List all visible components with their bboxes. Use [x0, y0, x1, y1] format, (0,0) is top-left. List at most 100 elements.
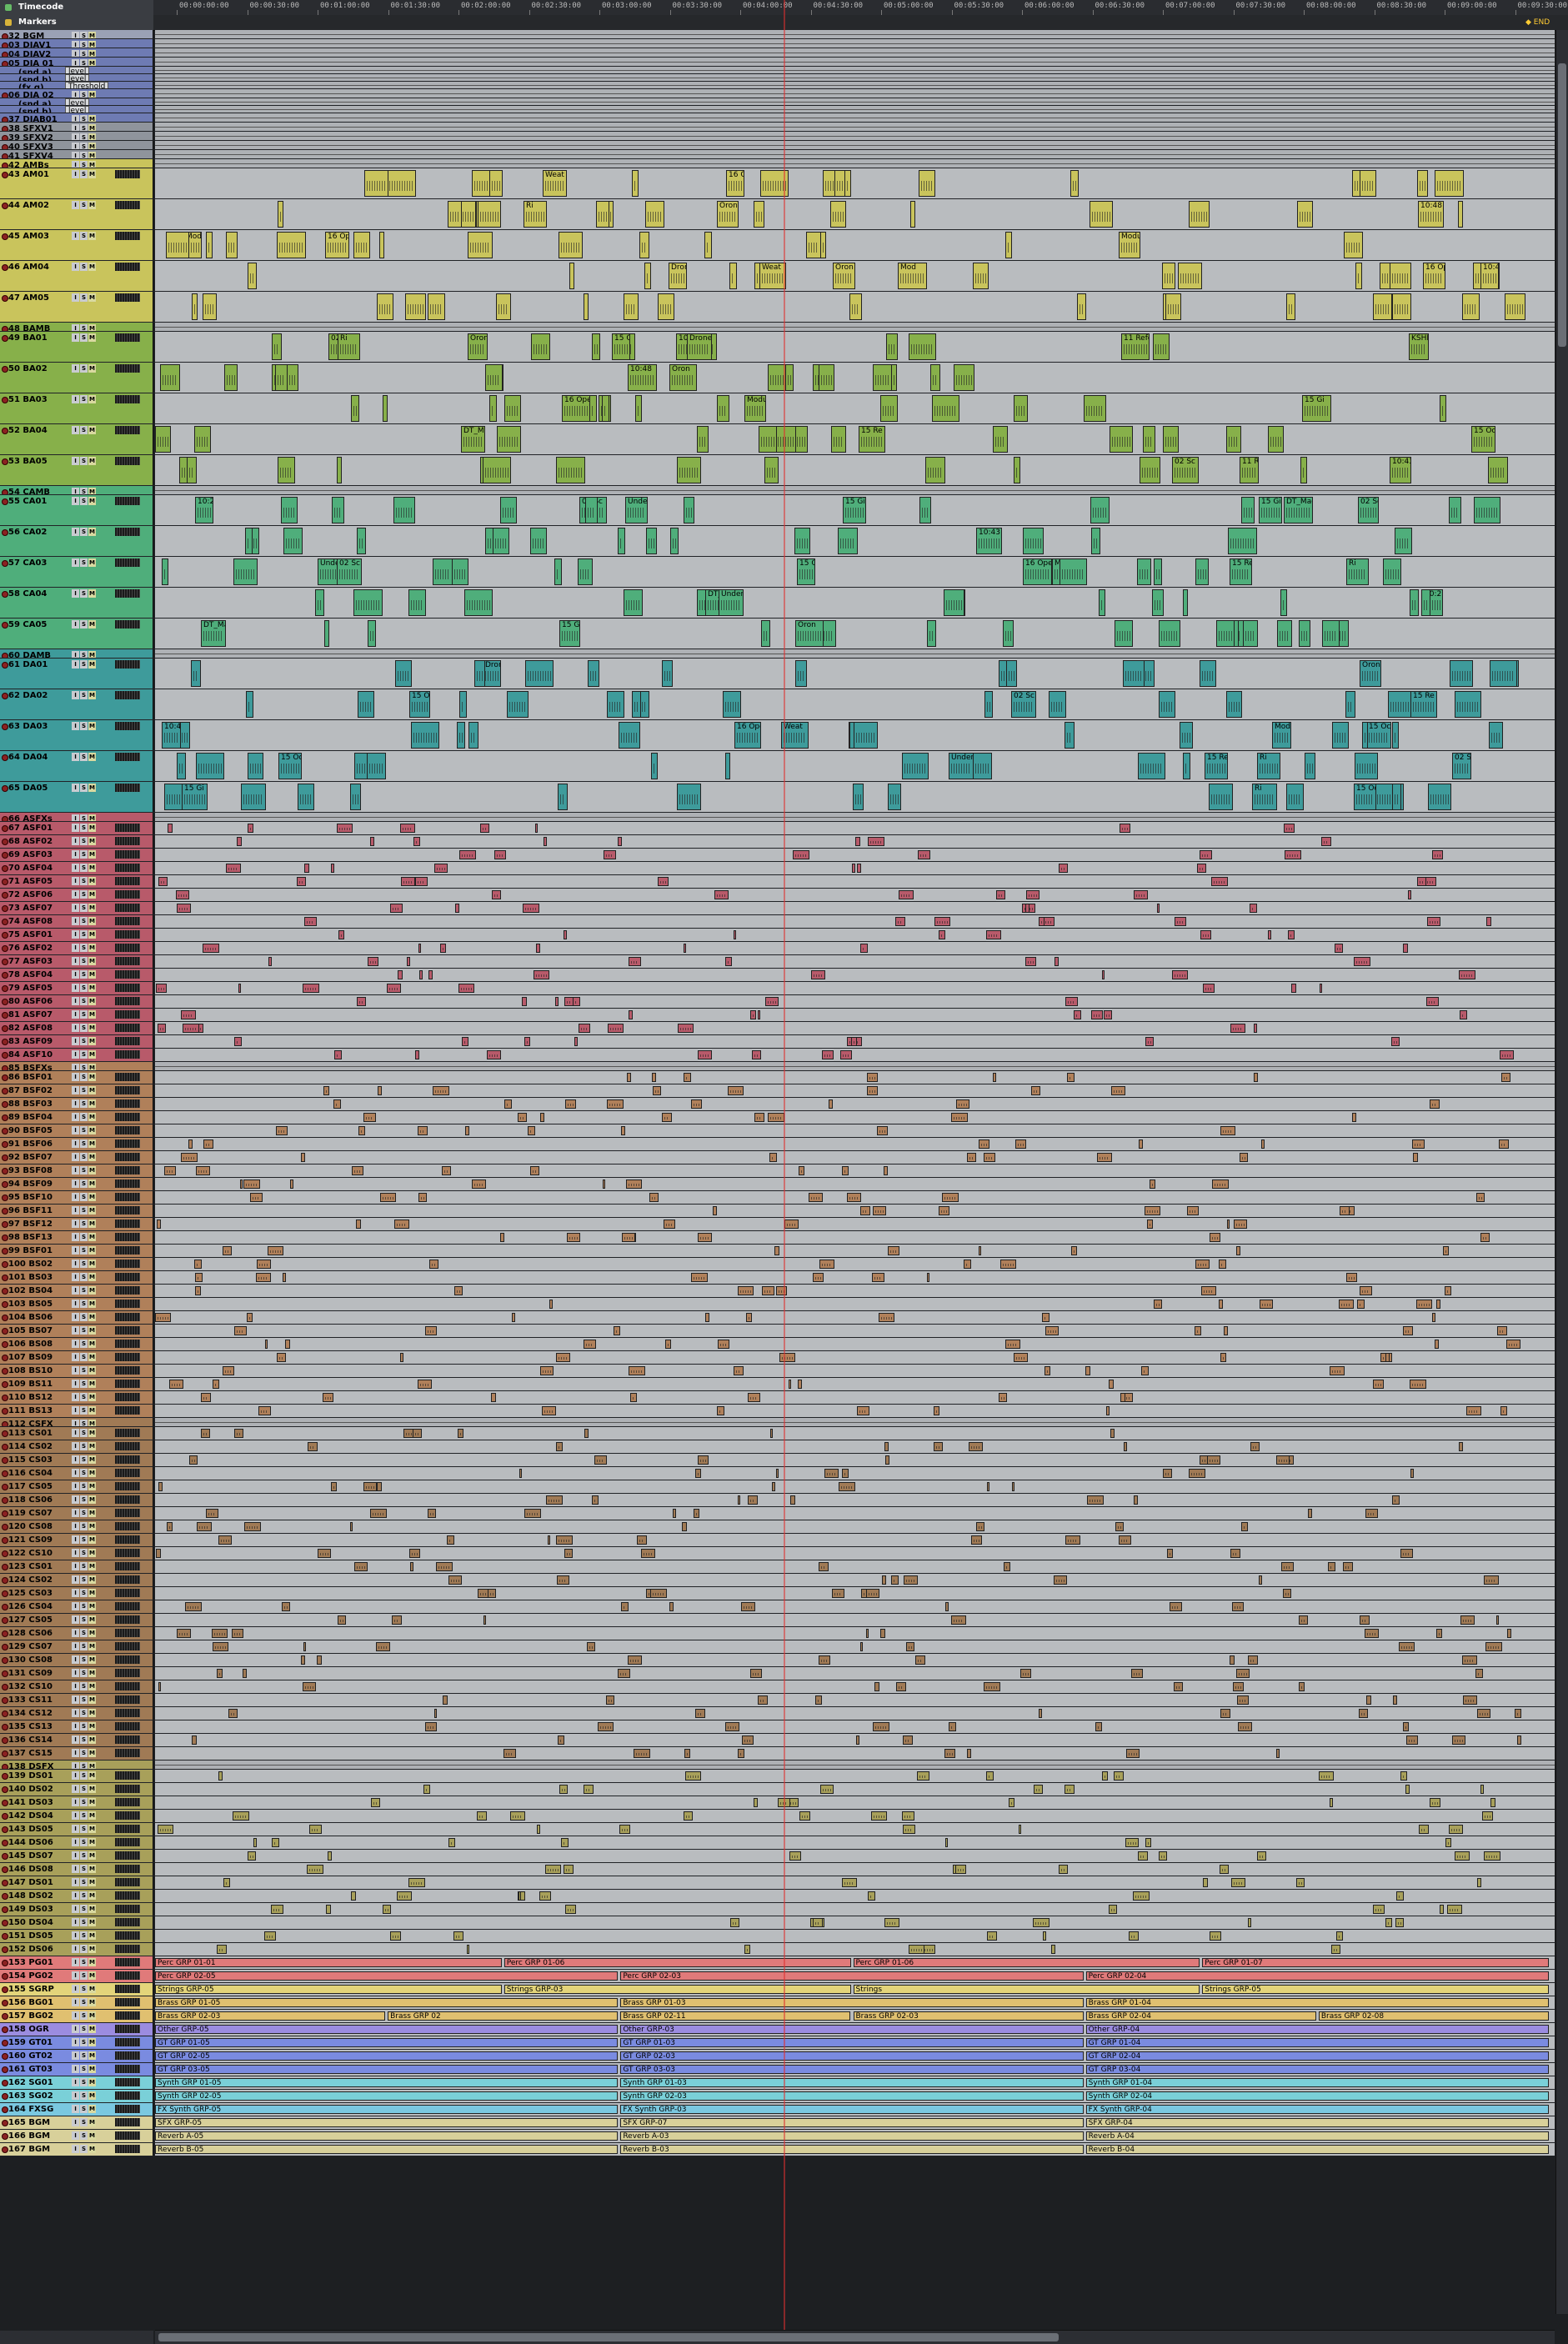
region-clip[interactable]: 15 Oc: [1471, 426, 1495, 453]
region-clip[interactable]: [558, 1735, 564, 1745]
mute-button[interactable]: M: [88, 1971, 96, 1980]
volume-line[interactable]: [155, 127, 1555, 128]
track-name[interactable]: 77 ASF03: [8, 956, 53, 967]
mute-button[interactable]: M: [88, 2025, 96, 2033]
region-clip[interactable]: Mod: [898, 263, 927, 289]
region-clip[interactable]: [1114, 1771, 1124, 1781]
region-clip[interactable]: [902, 1811, 914, 1821]
input-monitor-button[interactable]: I: [72, 1442, 79, 1450]
region-clip[interactable]: [1141, 1366, 1149, 1375]
region-clip[interactable]: [1412, 1139, 1425, 1149]
input-monitor-button[interactable]: I: [72, 232, 79, 240]
region-clip[interactable]: Brass GRP 01-04: [1085, 1998, 1549, 2007]
input-monitor-button[interactable]: I: [72, 2038, 79, 2046]
track-name[interactable]: 51 BA03: [8, 394, 48, 405]
region-clip[interactable]: [308, 1442, 318, 1451]
region-clip[interactable]: [1365, 1509, 1378, 1518]
track-name[interactable]: 43 AM01: [8, 169, 49, 180]
region-clip[interactable]: [155, 1313, 171, 1322]
solo-button[interactable]: S: [80, 133, 88, 140]
region-clip[interactable]: [723, 691, 741, 718]
input-monitor-button[interactable]: I: [72, 1273, 79, 1281]
solo-button[interactable]: S: [80, 488, 88, 494]
track-header[interactable]: 50 BA02 I S M: [0, 363, 153, 393]
region-clip[interactable]: [1330, 1366, 1345, 1375]
record-arm-button[interactable]: [2, 1617, 8, 1624]
region-clip[interactable]: [930, 364, 940, 391]
solo-button[interactable]: S: [80, 263, 88, 271]
region-clip[interactable]: [1200, 930, 1211, 939]
region-clip[interactable]: [1005, 232, 1012, 258]
region-clip[interactable]: [1463, 1695, 1477, 1705]
region-clip[interactable]: 02 Sc: [1452, 753, 1471, 779]
record-arm-button[interactable]: [2, 1644, 8, 1650]
region-clip[interactable]: [1477, 1709, 1490, 1718]
track-header[interactable]: 112 CSFX I S M: [0, 1418, 153, 1426]
region-clip[interactable]: [1233, 1682, 1244, 1691]
region-clip[interactable]: [888, 784, 901, 810]
region-clip[interactable]: Drone: [669, 263, 687, 289]
region-clip[interactable]: [1436, 1629, 1442, 1638]
region-clip[interactable]: [1065, 722, 1075, 749]
track-name[interactable]: 138 DSFX: [8, 1761, 53, 1769]
region-clip[interactable]: [326, 1905, 331, 1914]
track-header[interactable]: 97 BSF12 I S M: [0, 1218, 153, 1230]
track-timeline-lane[interactable]: DT_MachUnder10:21 Fr: [155, 588, 1555, 618]
track-header[interactable]: 108 BS10 I S M: [0, 1365, 153, 1377]
region-clip[interactable]: [228, 1709, 238, 1718]
record-arm-button[interactable]: [2, 264, 8, 271]
track-name[interactable]: 136 CS14: [8, 1735, 53, 1745]
region-clip[interactable]: [363, 1113, 376, 1122]
region-clip[interactable]: [212, 1629, 228, 1638]
region-clip[interactable]: [984, 691, 993, 718]
region-clip[interactable]: [664, 1220, 675, 1229]
track-header[interactable]: 166 BGM I S M: [0, 2130, 153, 2142]
region-clip[interactable]: [357, 997, 366, 1006]
mute-button[interactable]: M: [88, 2131, 96, 2140]
region-clip[interactable]: [819, 1655, 830, 1665]
region-clip[interactable]: [233, 1811, 249, 1821]
region-clip[interactable]: [918, 850, 930, 859]
track-header[interactable]: 79 ASF05 I S M: [0, 982, 153, 994]
region-clip[interactable]: [561, 1838, 569, 1847]
track-name[interactable]: 113 CS01: [8, 1428, 53, 1439]
track-timeline-lane[interactable]: [155, 1823, 1555, 1836]
region-clip[interactable]: [512, 1313, 515, 1322]
mute-button[interactable]: M: [88, 997, 96, 1005]
record-arm-button[interactable]: [2, 1813, 8, 1820]
region-clip[interactable]: [483, 1615, 486, 1625]
region-clip[interactable]: [256, 1273, 271, 1282]
region-clip[interactable]: [1154, 558, 1162, 585]
region-clip[interactable]: [1143, 660, 1155, 687]
region-clip[interactable]: [844, 170, 851, 197]
mute-button[interactable]: M: [88, 1099, 96, 1108]
record-arm-button[interactable]: [2, 1430, 8, 1437]
input-monitor-button[interactable]: I: [72, 124, 79, 131]
region-clip[interactable]: [738, 1286, 754, 1295]
region-clip[interactable]: [1449, 497, 1461, 523]
input-monitor-button[interactable]: I: [72, 691, 79, 699]
region-clip[interactable]: [1175, 917, 1186, 926]
track-name[interactable]: 166 BGM: [8, 2131, 50, 2141]
region-clip[interactable]: [987, 1482, 989, 1491]
region-clip[interactable]: [1399, 1642, 1415, 1651]
region-clip[interactable]: [944, 1749, 955, 1758]
track-header[interactable]: 107 BS09 I S M: [0, 1351, 153, 1364]
region-clip[interactable]: [909, 333, 936, 360]
record-arm-button[interactable]: [2, 1074, 8, 1081]
region-clip[interactable]: [478, 201, 501, 228]
region-clip[interactable]: [1111, 1086, 1125, 1095]
solo-button[interactable]: S: [80, 59, 88, 66]
region-clip[interactable]: [393, 497, 415, 523]
region-clip[interactable]: [939, 1206, 949, 1215]
track-timeline-lane[interactable]: [155, 1507, 1555, 1520]
input-monitor-button[interactable]: I: [72, 1695, 79, 1704]
solo-button[interactable]: S: [80, 1735, 88, 1744]
region-clip[interactable]: [1031, 1086, 1040, 1095]
solo-button[interactable]: S: [80, 50, 88, 57]
volume-line[interactable]: [155, 817, 1555, 818]
track-name[interactable]: 108 BS10: [8, 1365, 53, 1376]
region-clip[interactable]: [1131, 1669, 1143, 1678]
track-name[interactable]: 139 DS01: [8, 1771, 53, 1781]
region-clip[interactable]: [1000, 1260, 1016, 1269]
